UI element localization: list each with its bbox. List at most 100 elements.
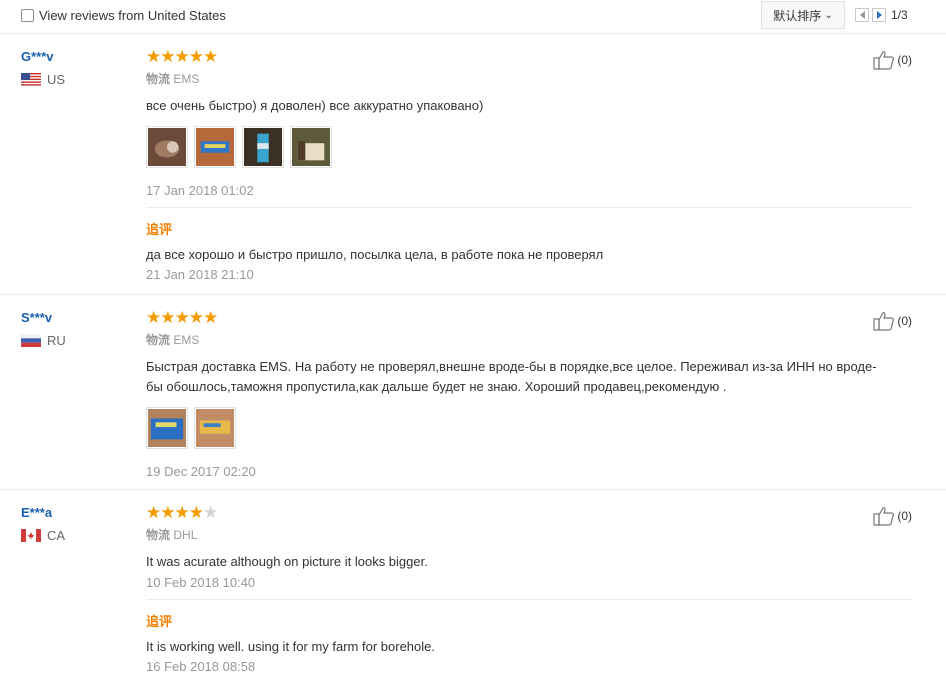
star-icon: ★ bbox=[146, 47, 161, 66]
star-rating: ★ ★ ★ ★ ★ bbox=[146, 503, 912, 522]
reviewer-country: CA bbox=[21, 528, 65, 543]
review-toolbar: View reviews from United States 默认排序 ⌄ 1… bbox=[0, 0, 946, 34]
review-date: 17 Jan 2018 01:02 bbox=[146, 183, 254, 198]
helpful-button[interactable]: (0) bbox=[873, 311, 912, 331]
review-item: G***v US ★ ★ ★ ★ ★ 物流 EMS все очень быст… bbox=[0, 35, 946, 295]
thumbs-up-icon bbox=[873, 51, 895, 70]
next-page-button[interactable] bbox=[872, 8, 886, 22]
logistics-info: 物流 DHL bbox=[146, 526, 912, 543]
star-rating: ★ ★ ★ ★ ★ bbox=[146, 308, 912, 327]
logistics-info: 物流 EMS bbox=[146, 331, 912, 348]
append-divider bbox=[146, 599, 912, 600]
chevron-right-icon bbox=[876, 11, 882, 19]
review-photos bbox=[146, 126, 912, 168]
sort-label: 默认排序 bbox=[773, 8, 822, 23]
us-flag-icon bbox=[21, 73, 41, 86]
review-photo[interactable] bbox=[194, 407, 236, 449]
page-indicator: 1/3 bbox=[891, 8, 908, 22]
pagination: 1/3 bbox=[855, 8, 908, 22]
review-body: ★ ★ ★ ★ ★ 物流 DHL It was acurate although… bbox=[146, 503, 912, 674]
logistics-value: EMS bbox=[173, 333, 200, 347]
helpful-count: (0) bbox=[897, 314, 912, 328]
star-icon: ★ bbox=[174, 47, 190, 66]
additional-feedback-label: 追评 bbox=[146, 614, 173, 629]
reviewer-name[interactable]: S***v bbox=[21, 310, 66, 325]
thumbs-up-icon bbox=[873, 312, 895, 331]
helpful-button[interactable]: (0) bbox=[873, 50, 912, 70]
additional-feedback-date: 16 Feb 2018 08:58 bbox=[146, 659, 256, 674]
logistics-label: 物流 bbox=[146, 528, 171, 542]
additional-feedback-text: It is working well. using it for my farm… bbox=[146, 639, 435, 654]
star-icon: ★ bbox=[160, 503, 175, 522]
logistics-label: 物流 bbox=[146, 72, 171, 86]
photo-thumbnail bbox=[196, 128, 234, 166]
review-date: 10 Feb 2018 10:40 bbox=[146, 575, 256, 590]
star-rating: ★ ★ ★ ★ ★ bbox=[146, 47, 912, 66]
photo-thumbnail bbox=[244, 128, 282, 166]
review-photo[interactable] bbox=[146, 407, 188, 449]
star-icon: ★ bbox=[188, 503, 204, 522]
logistics-info: 物流 EMS bbox=[146, 70, 912, 87]
review-photo[interactable] bbox=[242, 126, 284, 168]
reviewer-name[interactable]: G***v bbox=[21, 49, 65, 64]
review-date: 19 Dec 2017 02:20 bbox=[146, 464, 256, 479]
star-icon: ★ bbox=[160, 47, 175, 66]
us-filter-checkbox[interactable] bbox=[21, 9, 34, 22]
helpful-button[interactable]: (0) bbox=[873, 506, 912, 526]
review-text: все очень быстро) я доволен) все аккурат… bbox=[146, 98, 484, 113]
country-code: RU bbox=[47, 333, 66, 348]
us-filter-label[interactable]: View reviews from United States bbox=[39, 8, 226, 23]
country-filter[interactable]: View reviews from United States bbox=[21, 8, 226, 23]
reviewer-info: G***v US bbox=[21, 49, 65, 87]
logistics-value: DHL bbox=[173, 528, 198, 542]
star-icon: ★ bbox=[146, 308, 161, 327]
country-code: US bbox=[47, 72, 66, 87]
photo-thumbnail bbox=[196, 409, 234, 447]
append-divider bbox=[146, 207, 912, 208]
review-text: Быстрая доставка EMS. На работу не прове… bbox=[146, 357, 912, 397]
review-item: S***v RU ★ ★ ★ ★ ★ 物流 EMS Быстрая достав… bbox=[0, 296, 946, 490]
reviewer-country: US bbox=[21, 72, 65, 87]
review-text-line: Быстрая доставка EMS. На работу не прове… bbox=[146, 359, 877, 374]
additional-feedback-label: 追评 bbox=[146, 222, 173, 237]
star-icon: ★ bbox=[188, 47, 204, 66]
star-icon: ★ bbox=[203, 47, 218, 66]
review-body: ★ ★ ★ ★ ★ 物流 EMS Быстрая доставка EMS. Н… bbox=[146, 308, 912, 479]
review-item: E***a CA ★ ★ ★ ★ ★ 物流 DHL It was acurate… bbox=[0, 491, 946, 690]
logistics-value: EMS bbox=[173, 72, 200, 86]
reviewer-country: RU bbox=[21, 333, 66, 348]
star-icon: ★ bbox=[174, 503, 190, 522]
prev-page-button[interactable] bbox=[855, 8, 869, 22]
helpful-count: (0) bbox=[897, 509, 912, 523]
star-icon: ★ bbox=[203, 308, 218, 327]
helpful-count: (0) bbox=[897, 53, 912, 67]
review-photo[interactable] bbox=[290, 126, 332, 168]
star-icon: ★ bbox=[146, 503, 161, 522]
review-text: It was acurate although on picture it lo… bbox=[146, 554, 428, 569]
additional-feedback-date: 21 Jan 2018 21:10 bbox=[146, 267, 254, 282]
review-body: ★ ★ ★ ★ ★ 物流 EMS все очень быстро) я дов… bbox=[146, 47, 912, 282]
thumbs-up-icon bbox=[873, 507, 895, 526]
ru-flag-icon bbox=[21, 334, 41, 347]
star-icon: ★ bbox=[174, 308, 190, 327]
chevron-down-icon: ⌄ bbox=[824, 9, 833, 21]
country-code: CA bbox=[47, 528, 66, 543]
star-icon: ★ bbox=[160, 308, 175, 327]
reviewer-info: S***v RU bbox=[21, 310, 66, 348]
sort-dropdown[interactable]: 默认排序 ⌄ bbox=[761, 1, 845, 29]
photo-thumbnail bbox=[292, 128, 330, 166]
review-photos bbox=[146, 407, 912, 449]
logistics-label: 物流 bbox=[146, 333, 171, 347]
chevron-left-icon bbox=[859, 11, 865, 19]
reviewer-name[interactable]: E***a bbox=[21, 505, 65, 520]
star-empty-icon: ★ bbox=[203, 503, 218, 522]
star-icon: ★ bbox=[188, 308, 204, 327]
additional-feedback-text: да все хорошо и быстро пришло, посылка ц… bbox=[146, 247, 604, 262]
review-photo[interactable] bbox=[194, 126, 236, 168]
reviewer-info: E***a CA bbox=[21, 505, 65, 543]
review-photo[interactable] bbox=[146, 126, 188, 168]
review-text-line: бы обошлось,таможня пропустила,как дальш… bbox=[146, 379, 727, 394]
photo-thumbnail bbox=[148, 128, 186, 166]
photo-thumbnail bbox=[148, 409, 186, 447]
ca-flag-icon bbox=[21, 529, 41, 542]
